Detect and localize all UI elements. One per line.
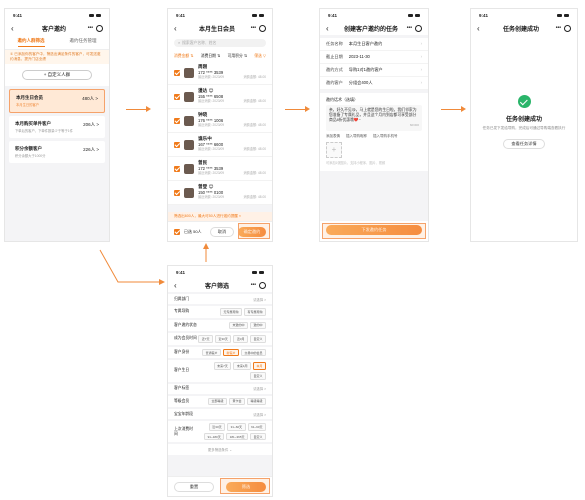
flow-canvas: 9:41 ‹ 客户邀约 ••• 邀约人群筛选 邀约任务管理 ① 已添加你的客户中… [0,0,585,500]
connector-lines [99,243,209,285]
